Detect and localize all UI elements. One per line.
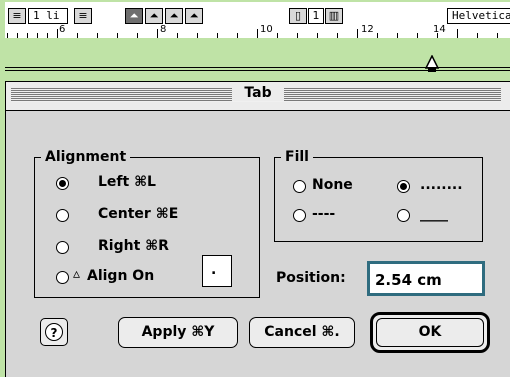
cancel-button[interactable]: Cancel ⌘. bbox=[249, 317, 355, 348]
option-left-label: Left ⌘L bbox=[98, 174, 156, 190]
ruler[interactable]: 6 8 10 12 14 bbox=[5, 24, 510, 38]
column-decrease-button[interactable]: ▯ bbox=[289, 8, 307, 24]
toolbar: ≡ 1 li ≡ ⏶ ⏶ ⏶ ⏶ ▯ 1 ▥ Helvetica 6 8 10 … bbox=[5, 2, 510, 38]
apply-button[interactable]: Apply ⌘Y bbox=[118, 317, 238, 348]
ruler-divider bbox=[5, 67, 510, 68]
justification-menu-icon[interactable]: ≡ bbox=[74, 8, 92, 24]
title-bar[interactable]: Tab bbox=[6, 82, 510, 111]
column-count-field[interactable]: 1 bbox=[308, 8, 324, 24]
fill-label: Fill bbox=[281, 148, 313, 166]
align-on-triangle-icon: ▵ bbox=[73, 266, 81, 282]
option-align-on-label: Align On bbox=[87, 268, 155, 284]
radio-right[interactable] bbox=[56, 241, 69, 254]
tab-left-button[interactable]: ⏶ bbox=[125, 8, 143, 24]
radio-left[interactable] bbox=[56, 177, 69, 190]
fill-dots-label: ........ bbox=[420, 177, 463, 193]
tab-right-button[interactable]: ⏶ bbox=[165, 8, 183, 24]
radio-fill-none[interactable] bbox=[293, 180, 306, 193]
radio-center[interactable] bbox=[56, 209, 69, 222]
ruler-number: 10 bbox=[260, 24, 273, 35]
position-input[interactable]: 2.54 cm bbox=[367, 261, 485, 296]
ruler-number: 14 bbox=[433, 24, 446, 35]
ruler-number: 12 bbox=[361, 24, 374, 35]
line-spacing-menu-icon[interactable]: ≡ bbox=[8, 8, 26, 24]
help-icon: ? bbox=[45, 323, 63, 341]
ruler-number: 8 bbox=[160, 24, 167, 35]
ruler-number: 6 bbox=[59, 24, 66, 35]
option-right-label: Right ⌘R bbox=[98, 238, 169, 254]
dialog-title: Tab bbox=[232, 85, 284, 101]
option-center-label: Center ⌘E bbox=[98, 206, 179, 222]
align-on-char-input[interactable]: . bbox=[202, 255, 232, 287]
fill-underline-label: ____ bbox=[420, 206, 448, 222]
column-increase-button[interactable]: ▥ bbox=[325, 8, 343, 24]
position-label: Position: bbox=[276, 270, 346, 286]
fill-dashes-label: ---- bbox=[312, 206, 336, 222]
fill-none-label: None bbox=[312, 177, 353, 193]
ok-button-frame[interactable]: OK bbox=[370, 312, 490, 353]
alignment-label: Alignment bbox=[41, 148, 131, 166]
ruler-divider bbox=[5, 70, 510, 71]
radio-fill-dots[interactable] bbox=[397, 180, 410, 193]
tab-align-button[interactable]: ⏶ bbox=[185, 8, 203, 24]
tab-dialog: Tab Alignment Left ⌘L Center ⌘E Right ⌘R… bbox=[5, 81, 510, 377]
alignment-group: Alignment Left ⌘L Center ⌘E Right ⌘R ▵ A… bbox=[34, 148, 260, 298]
help-button[interactable]: ? bbox=[40, 318, 68, 346]
radio-align-on[interactable] bbox=[56, 271, 69, 284]
line-spacing-field[interactable]: 1 li bbox=[28, 8, 68, 24]
tab-center-button[interactable]: ⏶ bbox=[145, 8, 163, 24]
radio-fill-dashes[interactable] bbox=[293, 209, 306, 222]
radio-fill-underline[interactable] bbox=[397, 209, 410, 222]
ok-button[interactable]: OK bbox=[376, 318, 484, 347]
fill-group: Fill None ........ ---- ____ bbox=[274, 148, 483, 242]
font-menu[interactable]: Helvetica bbox=[447, 8, 510, 24]
